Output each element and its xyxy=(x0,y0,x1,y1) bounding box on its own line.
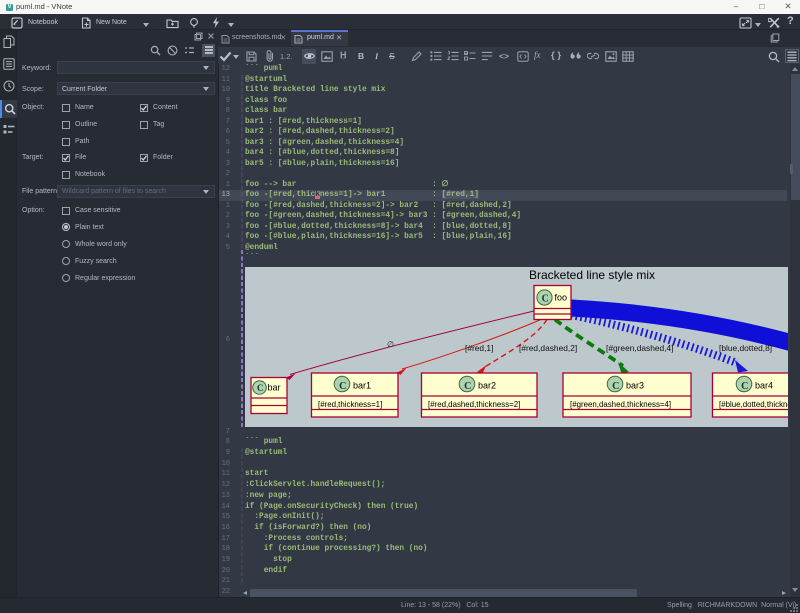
svg-text:bar3: bar3 xyxy=(626,380,644,390)
svg-text:[#blue,dotted,thickness: [#blue,dotted,thickness xyxy=(719,400,788,409)
svg-text:[#red,dashed,thickness=2]: [#red,dashed,thickness=2] xyxy=(428,400,520,409)
svg-text:C: C xyxy=(339,380,346,391)
svg-text:[#red,dashed,2]: [#red,dashed,2] xyxy=(519,343,577,353)
svg-text:[#red,1]: [#red,1] xyxy=(465,343,493,353)
svg-text:[#green,dashed,thickness=4]: [#green,dashed,thickness=4] xyxy=(570,400,671,409)
svg-text:C: C xyxy=(542,293,549,304)
svg-text:Bracketed line style mix: Bracketed line style mix xyxy=(529,268,655,282)
svg-text:bar2: bar2 xyxy=(478,380,496,390)
svg-text:[blue,dotted,8]: [blue,dotted,8] xyxy=(719,343,772,353)
svg-text:foo: foo xyxy=(555,292,568,302)
svg-text:∅: ∅ xyxy=(387,340,394,349)
svg-text:C: C xyxy=(464,380,471,391)
svg-text:[#green,dashed,4]: [#green,dashed,4] xyxy=(606,343,674,353)
svg-text:bar: bar xyxy=(268,382,281,392)
svg-text:C: C xyxy=(612,380,619,391)
svg-text:bar4: bar4 xyxy=(755,380,773,390)
svg-text:C: C xyxy=(741,380,748,391)
svg-text:[#red,thickness=1]: [#red,thickness=1] xyxy=(318,400,382,409)
svg-text:C: C xyxy=(257,383,264,393)
svg-text:bar1: bar1 xyxy=(353,380,371,390)
